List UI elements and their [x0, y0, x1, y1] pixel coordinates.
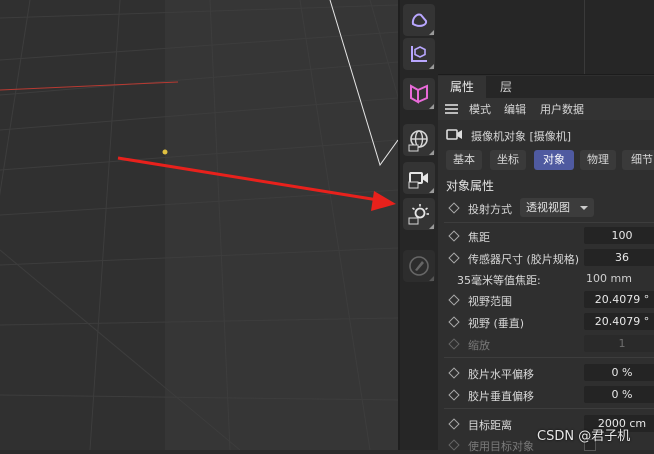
camera-object-icon: [446, 129, 462, 140]
light-icon[interactable]: [403, 198, 435, 230]
fov-field[interactable]: 20.4079 °: [584, 291, 654, 308]
fov-vertical-label: 视野 (垂直): [468, 317, 525, 330]
fov-vertical-field[interactable]: 20.4079 °: [584, 313, 654, 330]
attributes-menubar: 模式 编辑 用户数据: [438, 98, 654, 120]
curve-tool-icon[interactable]: [403, 4, 435, 36]
zoom-field: 1: [584, 335, 654, 352]
zoom-label: 缩放: [468, 339, 490, 352]
3d-viewport[interactable]: [0, 0, 398, 450]
film-h-offset-field[interactable]: 0 %: [584, 364, 654, 381]
focal-length-label: 焦距: [468, 231, 490, 244]
subtab-coord[interactable]: 坐标: [490, 150, 526, 170]
property-row: 胶片水平偏移 0 %: [438, 364, 654, 382]
property-row: 胶片垂直偏移 0 %: [438, 386, 654, 404]
tab-layers[interactable]: 层: [488, 76, 524, 98]
section-title: 对象属性: [446, 179, 495, 193]
projection-value: 透视视图: [526, 201, 570, 214]
hamburger-menu-icon[interactable]: [445, 104, 458, 114]
projection-label: 投射方式: [468, 203, 512, 216]
projection-row: 投射方式 透视视图: [438, 198, 654, 217]
tool-strip: [400, 0, 438, 450]
chevron-down-icon: [580, 206, 588, 210]
keyframe-diamond-icon[interactable]: [448, 389, 460, 401]
camera-target-point: [162, 149, 168, 155]
axis-cube-icon[interactable]: [403, 38, 435, 70]
attributes-panel: 属性 层 模式 编辑 用户数据 摄像机对象 [摄像机] 基本 坐标 对象 物理 …: [438, 0, 654, 453]
keyframe-diamond-icon[interactable]: [448, 294, 460, 306]
watermark: CSDN @君子机: [537, 429, 631, 444]
property-row: 缩放 1: [438, 335, 654, 353]
equiv-focal-label: 35毫米等值焦距:: [457, 274, 541, 287]
paint-icon[interactable]: [403, 250, 435, 282]
panel-tabs: 属性 层: [438, 76, 654, 98]
bend-deformer-icon[interactable]: [403, 78, 435, 110]
subtab-physical[interactable]: 物理: [580, 150, 616, 170]
camera-icon[interactable]: [403, 162, 435, 194]
object-title: 摄像机对象 [摄像机]: [471, 130, 572, 143]
sky-globe-icon[interactable]: [403, 124, 435, 156]
keyframe-diamond-icon: [448, 338, 460, 350]
subtab-object[interactable]: 对象: [534, 150, 574, 170]
film-v-offset-field[interactable]: 0 %: [584, 386, 654, 403]
object-manager-area: [438, 0, 654, 75]
subtab-details[interactable]: 细节: [622, 150, 654, 170]
use-target-label: 使用目标对象: [468, 440, 534, 453]
keyframe-diamond-icon[interactable]: [448, 418, 460, 430]
attribute-subtabs: 基本 坐标 对象 物理 细节: [438, 150, 654, 170]
keyframe-diamond-icon: [448, 439, 460, 451]
projection-dropdown[interactable]: 透视视图: [520, 198, 594, 217]
subtab-basic[interactable]: 基本: [446, 150, 482, 170]
tab-attributes[interactable]: 属性: [438, 76, 487, 98]
divider: [444, 408, 654, 409]
equiv-focal-value: 100 mm: [586, 272, 632, 285]
sensor-size-field[interactable]: 36: [584, 249, 654, 266]
divider: [444, 222, 654, 223]
menu-user-data[interactable]: 用户数据: [540, 101, 584, 117]
film-h-offset-label: 胶片水平偏移: [468, 368, 534, 381]
keyframe-diamond-icon[interactable]: [448, 202, 460, 214]
focal-length-field[interactable]: 100: [584, 227, 654, 244]
keyframe-diamond-icon[interactable]: [448, 316, 460, 328]
x-axis-line: [0, 81, 179, 91]
property-row: 视野 (垂直) 20.4079 °: [438, 313, 654, 331]
object-title-row: 摄像机对象 [摄像机]: [438, 124, 654, 146]
menu-mode[interactable]: 模式: [469, 101, 491, 117]
keyframe-diamond-icon[interactable]: [448, 230, 460, 242]
keyframe-diamond-icon[interactable]: [448, 252, 460, 264]
property-row: 视野范围 20.4079 °: [438, 291, 654, 309]
target-distance-label: 目标距离: [468, 419, 512, 432]
property-row: 传感器尺寸 (胶片规格) 36: [438, 249, 654, 267]
fov-label: 视野范围: [468, 295, 512, 308]
viewport-grid: [0, 0, 398, 450]
property-row: 35毫米等值焦距: 100 mm: [438, 270, 654, 288]
keyframe-diamond-icon[interactable]: [448, 367, 460, 379]
menu-edit[interactable]: 编辑: [504, 101, 526, 117]
film-v-offset-label: 胶片垂直偏移: [468, 390, 534, 403]
divider: [444, 357, 654, 358]
sensor-size-label: 传感器尺寸 (胶片规格): [468, 253, 580, 266]
property-row: 焦距 100: [438, 227, 654, 245]
